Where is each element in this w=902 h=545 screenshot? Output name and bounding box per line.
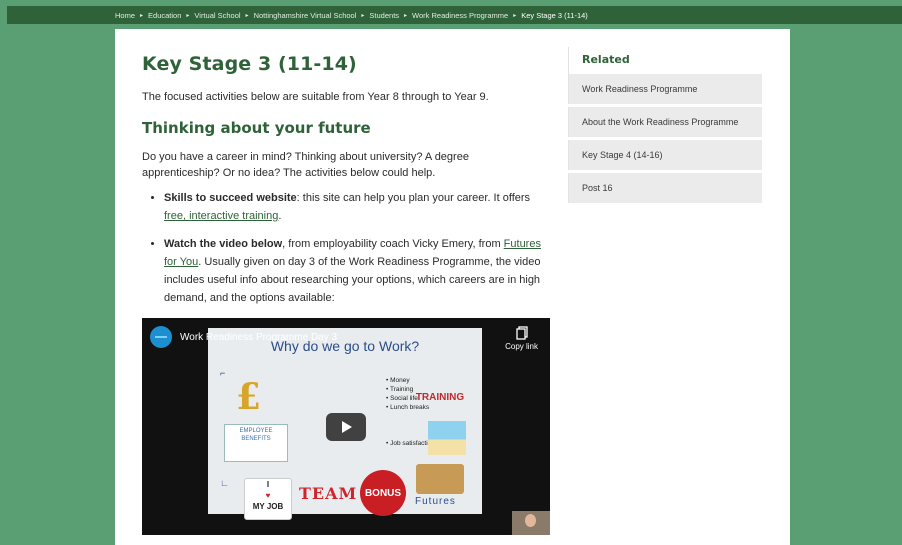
sidebar-item-work-readiness[interactable]: Work Readiness Programme [568,74,762,104]
futures-logo: Futures [415,496,456,507]
corner-mark-icon: ⌐ [220,368,226,378]
play-button[interactable] [326,413,366,441]
presenter-head [525,514,536,527]
breadcrumb-separator-icon: ▸ [404,12,408,19]
presenter-thumbnail [512,511,550,535]
bullet-bold: Skills to succeed website [164,192,297,204]
bullet-bold: Watch the video below [164,238,283,250]
slide-bullet: Money [386,376,435,385]
sidebar-item-key-stage-4[interactable]: Key Stage 4 (14-16) [568,140,762,170]
page-title: Key Stage 3 (11-14) [142,53,357,75]
beach-image [428,421,466,455]
breadcrumb-separator-icon: ▸ [245,12,249,19]
copy-icon [515,326,528,340]
breadcrumb-work-readiness[interactable]: Work Readiness Programme [412,11,508,20]
corner-mark-icon: ∟ [220,478,229,488]
breadcrumb-home[interactable]: Home [115,11,135,20]
bullet-text: : this site can help you plan your caree… [296,192,531,204]
training-link[interactable]: free, interactive training [164,210,278,222]
channel-logo-icon [155,336,167,338]
related-sidebar: Related Work Readiness Programme About t… [568,47,762,203]
related-heading: Related [568,47,762,74]
breadcrumb-education[interactable]: Education [148,11,181,20]
breadcrumb-separator-icon: ▸ [186,12,190,19]
copy-link-label: Copy link [505,342,538,351]
breadcrumb-virtual-school[interactable]: Virtual School [194,11,240,20]
section-heading: Thinking about your future [142,119,371,137]
breadcrumb-separator-icon: ▸ [140,12,144,19]
channel-avatar[interactable] [150,326,172,348]
intro-text: The focused activities below are suitabl… [142,91,489,103]
copy-link-button[interactable]: Copy link [505,326,538,351]
breadcrumb-students[interactable]: Students [369,11,399,20]
food-image [416,464,464,494]
breadcrumb-current: Key Stage 3 (11-14) [521,10,588,20]
breadcrumb: Home ▸ Education ▸ Virtual School ▸ Nott… [115,8,588,22]
mug-text: MY JOB [252,502,284,511]
list-item: Skills to succeed website: this site can… [164,189,544,225]
sidebar-item-about-work-readiness[interactable]: About the Work Readiness Programme [568,107,762,137]
breadcrumb-separator-icon: ▸ [513,12,517,19]
mug-text: I [266,480,270,489]
video-player[interactable]: Why do we go to Work? £ ⌐ Money Training… [142,318,550,535]
employee-benefits-image: EMPLOYEE BENEFITS [224,424,288,462]
list-item: Watch the video below, from employabilit… [164,235,544,307]
bullet-text: , from employability coach Vicky Emery, … [282,238,504,250]
play-icon [342,421,352,433]
training-image: TRAINING [415,392,465,403]
mug-image: I ♥ MY JOB [244,478,292,520]
sidebar-item-post-16[interactable]: Post 16 [568,173,762,203]
video-title[interactable]: Work Readiness Programme Day 3 [180,332,337,343]
section-text: Do you have a career in mind? Thinking a… [142,151,469,179]
bullet-text-end: . Usually given on day 3 of the Work Rea… [164,256,541,304]
bonus-badge: BONUS [360,470,406,516]
breadcrumb-separator-icon: ▸ [361,12,365,19]
breadcrumb-nottinghamshire-virtual-school[interactable]: Nottinghamshire Virtual School [254,11,357,20]
content-panel: Key Stage 3 (11-14) The focused activiti… [115,29,790,545]
team-image: TEAM [299,484,358,503]
pound-icon: £ [236,376,262,418]
heart-icon: ♥ [265,491,271,500]
main-content: Key Stage 3 (11-14) The focused activiti… [142,53,562,317]
bullet-text-end: . [278,210,282,222]
activity-list: Skills to succeed website: this site can… [142,189,562,307]
video-header: Work Readiness Programme Day 3 [150,326,337,348]
